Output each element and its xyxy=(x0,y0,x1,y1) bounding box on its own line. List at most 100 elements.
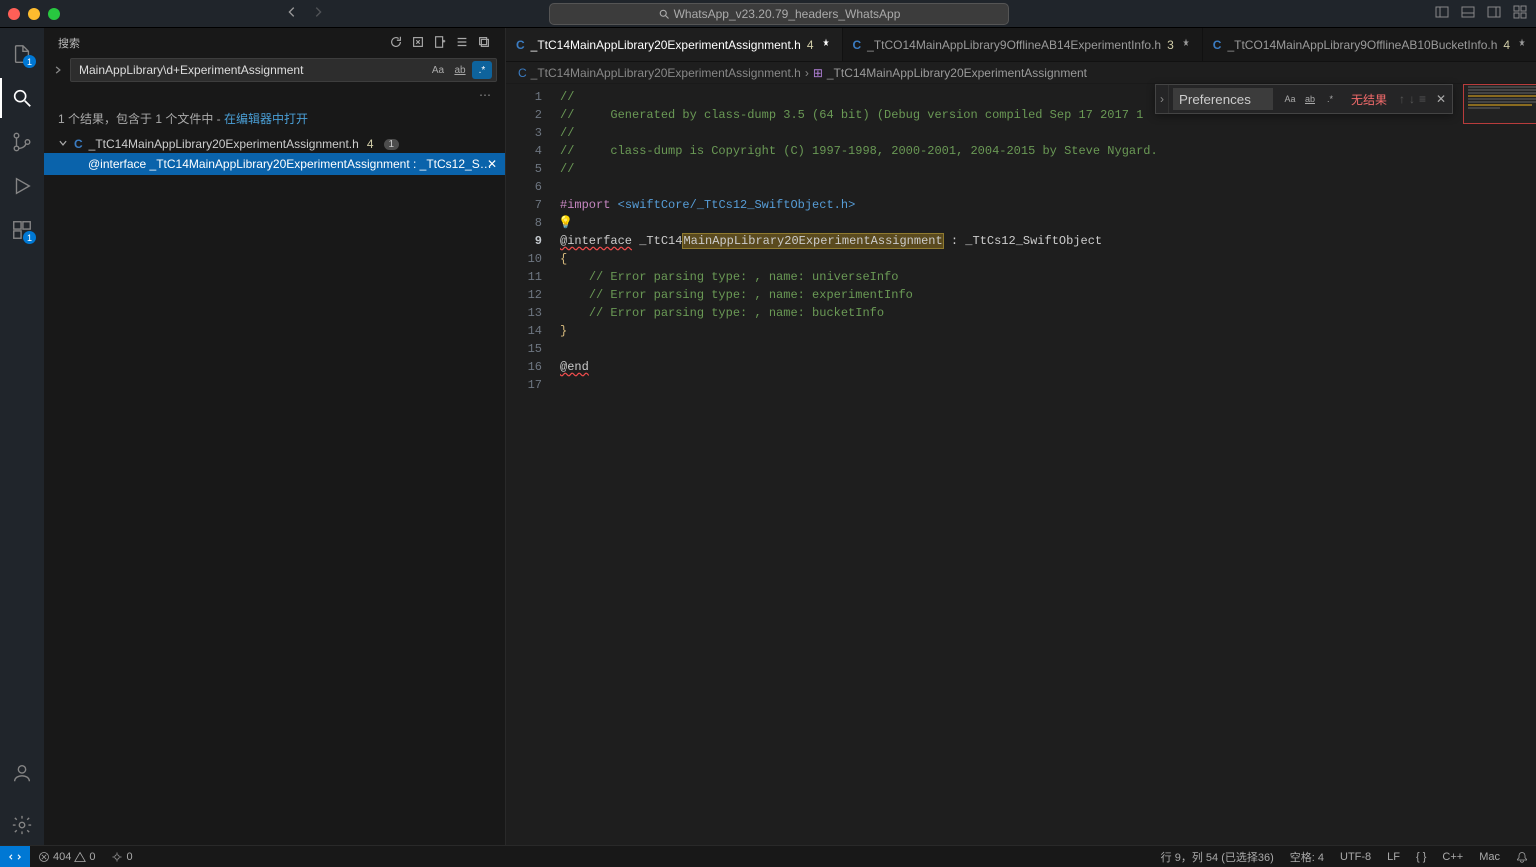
search-input-row: Aa ab .* xyxy=(44,58,505,88)
pin-icon[interactable] xyxy=(1180,37,1192,52)
breadcrumb-lang-icon: C xyxy=(518,66,527,80)
new-search-editor-icon[interactable] xyxy=(433,35,447,52)
extensions-badge: 1 xyxy=(23,231,36,244)
find-filter-icon[interactable]: ≡ xyxy=(1419,92,1426,106)
titlebar: WhatsApp_v23.20.79_headers_WhatsApp xyxy=(0,0,1536,28)
explorer-view-icon[interactable]: 1 xyxy=(0,34,44,74)
lightbulb-icon[interactable]: 💡 xyxy=(558,216,573,230)
nav-arrows xyxy=(285,5,325,22)
search-sidebar: 搜索 Aa ab .* ⋯ 1 个结果，包含于 1 个文件中 xyxy=(44,28,506,845)
extensions-view-icon[interactable]: 1 xyxy=(0,210,44,250)
find-match-word[interactable]: ab xyxy=(1301,90,1319,108)
window-controls xyxy=(8,8,60,20)
editor-tab[interactable]: C _TtCO14MainAppLibrary9OfflineAB10Bucke… xyxy=(1203,28,1536,61)
dismiss-match-icon[interactable]: ✕ xyxy=(487,157,497,171)
problems-item[interactable]: 404 0 xyxy=(30,851,103,863)
find-next-icon[interactable]: ↓ xyxy=(1409,92,1415,106)
pin-icon[interactable] xyxy=(820,37,832,52)
search-summary: 1 个结果，包含于 1 个文件中 - 在编辑器中打开 xyxy=(44,106,505,135)
lang-brace-icon[interactable]: { } xyxy=(1408,849,1434,865)
os-indicator[interactable]: Mac xyxy=(1471,849,1508,865)
find-widget: › Aa ab .* 无结果 ↑ ↓ ≡ ✕ xyxy=(1155,84,1453,114)
tab-modified: 3 xyxy=(1167,38,1174,52)
tab-lang-icon: C xyxy=(853,38,862,52)
explorer-badge: 1 xyxy=(23,55,36,68)
open-in-editor-link[interactable]: 在编辑器中打开 xyxy=(224,112,308,126)
file-suffix: 4 xyxy=(367,137,374,151)
breadcrumb-file: _TtC14MainAppLibrary20ExperimentAssignme… xyxy=(531,66,801,80)
notifications-icon[interactable] xyxy=(1508,849,1536,865)
file-match-count: 1 xyxy=(384,139,400,150)
cursor-position[interactable]: 行 9，列 54 (已选择36) xyxy=(1153,849,1282,865)
run-view-icon[interactable] xyxy=(0,166,44,206)
editor-tab[interactable]: C _TtCO14MainAppLibrary9OfflineAB14Exper… xyxy=(843,28,1203,61)
settings-gear-icon[interactable] xyxy=(0,805,44,845)
match-case-toggle[interactable]: Aa xyxy=(428,61,448,79)
match-text: @interface _TtC14MainAppLibrary20Experim… xyxy=(88,157,497,171)
toggle-search-details-icon[interactable]: ⋯ xyxy=(44,88,505,106)
command-center[interactable]: WhatsApp_v23.20.79_headers_WhatsApp xyxy=(549,3,1009,25)
command-center-text: WhatsApp_v23.20.79_headers_WhatsApp xyxy=(674,7,901,21)
code-editor[interactable]: 1234567891011121314151617 //// Generated… xyxy=(506,84,1536,845)
tab-filename: _TtCO14MainAppLibrary9OfflineAB14Experim… xyxy=(867,38,1161,52)
toggle-primary-sidebar-icon[interactable] xyxy=(1434,4,1450,23)
toggle-secondary-sidebar-icon[interactable] xyxy=(1486,4,1502,23)
find-prev-icon[interactable]: ↑ xyxy=(1399,92,1405,106)
editor-tab[interactable]: C _TtC14MainAppLibrary20ExperimentAssign… xyxy=(506,28,843,61)
language-mode[interactable]: C++ xyxy=(1434,849,1471,865)
tab-modified: 4 xyxy=(807,38,814,52)
result-match[interactable]: @interface _TtC14MainAppLibrary20Experim… xyxy=(44,153,505,175)
search-results-tree: C _TtC14MainAppLibrary20ExperimentAssign… xyxy=(44,135,505,175)
sidebar-title: 搜索 xyxy=(58,35,389,51)
tab-lang-icon: C xyxy=(516,38,525,52)
breadcrumb-symbol: _TtC14MainAppLibrary20ExperimentAssignme… xyxy=(827,66,1087,80)
remote-indicator[interactable] xyxy=(0,846,30,867)
tab-lang-icon: C xyxy=(1213,38,1222,52)
encoding-item[interactable]: UTF-8 xyxy=(1332,849,1379,865)
nav-forward-icon[interactable] xyxy=(311,5,325,22)
file-name: _TtC14MainAppLibrary20ExperimentAssignme… xyxy=(89,137,359,151)
activity-bar: 1 1 xyxy=(0,28,44,845)
find-close-icon[interactable]: ✕ xyxy=(1430,92,1452,106)
close-window[interactable] xyxy=(8,8,20,20)
regex-toggle[interactable]: .* xyxy=(472,61,492,79)
tab-filename: _TtCO14MainAppLibrary9OfflineAB10BucketI… xyxy=(1227,38,1497,52)
maximize-window[interactable] xyxy=(48,8,60,20)
tab-modified: 4 xyxy=(1503,38,1510,52)
chevron-down-icon[interactable] xyxy=(58,137,70,151)
accounts-icon[interactable] xyxy=(0,753,44,793)
customize-layout-icon[interactable] xyxy=(1512,4,1528,23)
clear-search-icon[interactable] xyxy=(411,35,425,52)
toggle-replace-icon[interactable] xyxy=(52,65,64,75)
scm-view-icon[interactable] xyxy=(0,122,44,162)
refresh-icon[interactable] xyxy=(389,35,403,52)
indentation-item[interactable]: 空格: 4 xyxy=(1282,849,1332,865)
line-gutter: 1234567891011121314151617 xyxy=(506,84,554,845)
search-input[interactable] xyxy=(75,63,428,77)
toggle-panel-icon[interactable] xyxy=(1460,4,1476,23)
tab-filename: _TtC14MainAppLibrary20ExperimentAssignme… xyxy=(531,38,801,52)
view-as-tree-icon[interactable] xyxy=(455,35,469,52)
find-toggle-replace-icon[interactable]: › xyxy=(1156,85,1169,113)
pin-icon[interactable] xyxy=(1516,37,1528,52)
code-content[interactable]: //// Generated by class-dump 3.5 (64 bit… xyxy=(554,84,1536,845)
breadcrumb-symbol-icon: ⊞ xyxy=(813,66,823,80)
editor-tabs: C _TtC14MainAppLibrary20ExperimentAssign… xyxy=(506,28,1536,62)
find-match-case[interactable]: Aa xyxy=(1281,90,1299,108)
breadcrumb[interactable]: C _TtC14MainAppLibrary20ExperimentAssign… xyxy=(506,62,1536,84)
file-lang-icon: C xyxy=(74,137,83,151)
nav-back-icon[interactable] xyxy=(285,5,299,22)
find-input[interactable] xyxy=(1173,88,1273,110)
ports-item[interactable]: 0 xyxy=(103,851,140,863)
layout-controls xyxy=(1434,4,1528,23)
eol-item[interactable]: LF xyxy=(1379,849,1408,865)
find-regex[interactable]: .* xyxy=(1321,90,1339,108)
result-file[interactable]: C _TtC14MainAppLibrary20ExperimentAssign… xyxy=(44,135,505,153)
search-view-icon[interactable] xyxy=(0,78,44,118)
editor-area: C _TtC14MainAppLibrary20ExperimentAssign… xyxy=(506,28,1536,845)
collapse-all-icon[interactable] xyxy=(477,35,491,52)
minimize-window[interactable] xyxy=(28,8,40,20)
match-word-toggle[interactable]: ab xyxy=(450,61,470,79)
status-bar: 404 0 0 行 9，列 54 (已选择36) 空格: 4 UTF-8 LF … xyxy=(0,845,1536,867)
sidebar-header: 搜索 xyxy=(44,28,505,58)
